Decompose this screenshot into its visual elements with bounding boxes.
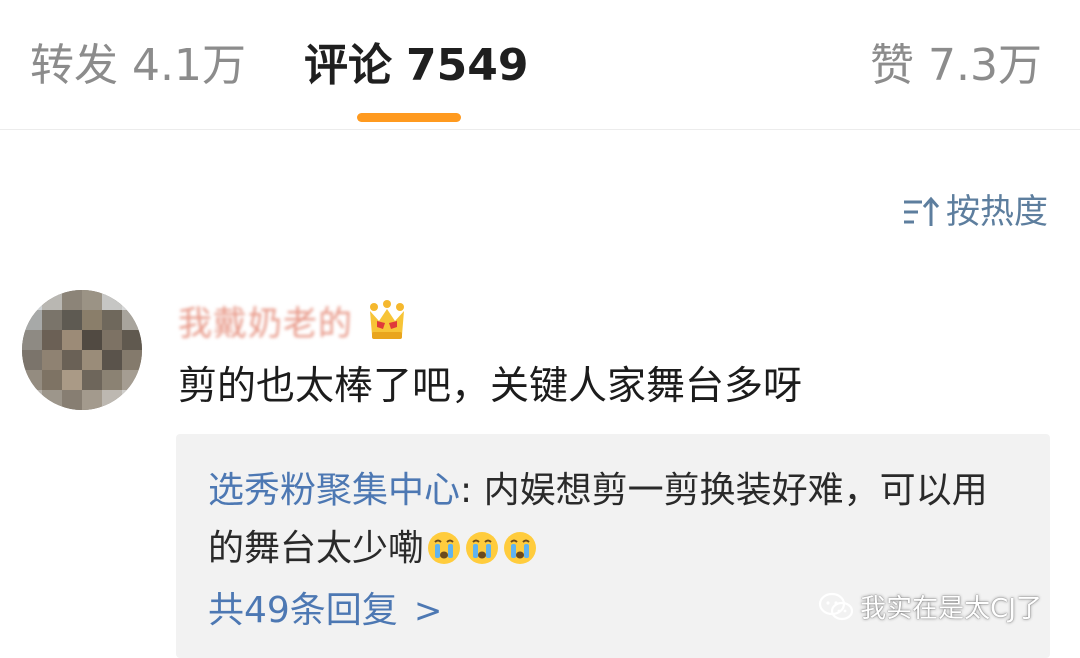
tab-comments-count: 7549 — [406, 40, 529, 91]
tab-forward[interactable]: 转发 4.1万 — [30, 36, 246, 96]
watermark: 我实在是太CJ了 — [818, 588, 1042, 625]
tab-forward-label: 转发 — [30, 40, 118, 91]
more-replies-label: 共49条回复 — [208, 590, 398, 631]
tab-likes-count: 7.3万 — [928, 40, 1042, 91]
weibo-comment-page: 转发 4.1万 评论 7549 赞 7.3万 按热度 我戴奶老的 剪的也太棒了吧… — [0, 0, 1080, 658]
crying-face-emoji-icon — [504, 532, 537, 564]
reply-preview: 选秀粉聚集中心: 内娱想剪一剪换装好难，可以用的舞台太少嘞 — [208, 462, 1008, 578]
watermark-text: 我实在是太CJ了 — [860, 594, 1042, 624]
comment-text: 剪的也太棒了吧，关键人家舞台多呀 — [178, 364, 803, 409]
tab-comments-label: 评论 — [304, 40, 392, 91]
username-text: 我戴奶老的 — [178, 304, 353, 344]
sort-by-heat-button[interactable]: 按热度 — [902, 190, 1048, 234]
tab-bar: 转发 4.1万 评论 7549 赞 7.3万 — [0, 0, 1080, 130]
sort-icon — [904, 196, 940, 226]
reply-author[interactable]: 选秀粉聚集中心 — [208, 470, 460, 511]
tab-comments[interactable]: 评论 7549 — [304, 36, 528, 96]
crown-badge-icon — [370, 299, 404, 339]
crying-face-emoji-icon — [466, 532, 499, 564]
sort-label: 按热度 — [946, 192, 1048, 232]
chevron-right-icon: > — [413, 591, 443, 631]
active-tab-indicator — [357, 113, 461, 122]
tab-likes[interactable]: 赞 7.3万 — [870, 36, 1042, 96]
view-more-replies-link[interactable]: 共49条回复 > — [208, 582, 442, 640]
comment-username[interactable]: 我戴奶老的 — [178, 296, 409, 345]
avatar[interactable] — [22, 290, 142, 410]
tab-forward-count: 4.1万 — [132, 40, 246, 91]
reply-separator: : — [460, 470, 484, 511]
tab-likes-label: 赞 — [870, 40, 915, 91]
crying-face-emoji-icon — [428, 532, 461, 564]
wechat-icon — [819, 592, 854, 620]
